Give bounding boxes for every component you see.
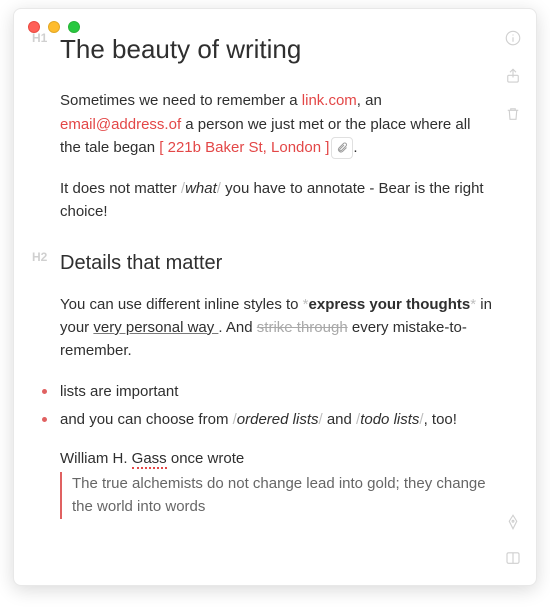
share-icon[interactable] bbox=[504, 67, 522, 85]
quote-text: The true alchemists do not change lead i… bbox=[72, 475, 486, 515]
text: and you can choose from bbox=[60, 411, 233, 428]
h1-gutter-tag: H1 bbox=[32, 29, 47, 48]
hyperlink[interactable]: link.com bbox=[302, 92, 357, 109]
italic-text: what bbox=[185, 180, 217, 197]
author-highlight: Gass bbox=[132, 450, 167, 469]
italic-text: ordered lists bbox=[237, 411, 319, 428]
block-quote[interactable]: The true alchemists do not change lead i… bbox=[60, 472, 492, 519]
heading-1-line: H1 The beauty of writing bbox=[60, 29, 492, 69]
list-item[interactable]: lists are important bbox=[60, 380, 492, 403]
heading-2-line: H2 Details that matter bbox=[60, 248, 492, 279]
paragraph-2[interactable]: It does not matter /what/ you have to an… bbox=[60, 177, 492, 224]
panel-icon[interactable] bbox=[504, 549, 522, 567]
intro-paragraph[interactable]: Sometimes we need to remember a link.com… bbox=[60, 89, 492, 159]
text: once wrote bbox=[167, 450, 245, 467]
strike-text: strike through bbox=[257, 319, 348, 336]
document-body[interactable]: H1 The beauty of writing Sometimes we ne… bbox=[60, 23, 492, 573]
page-title[interactable]: The beauty of writing bbox=[60, 34, 301, 64]
text: You can use different inline styles to bbox=[60, 296, 303, 313]
list-item[interactable]: and you can choose from /ordered lists/ … bbox=[60, 408, 492, 431]
text: , an bbox=[357, 92, 382, 109]
author-line[interactable]: William H. Gass once wrote bbox=[60, 447, 492, 470]
italic-text: todo lists bbox=[360, 411, 419, 428]
info-icon[interactable] bbox=[504, 29, 522, 47]
email-link[interactable]: email@address.of bbox=[60, 116, 181, 133]
underline-text: very personal way bbox=[93, 319, 218, 336]
address-link[interactable]: 221b Baker St, London bbox=[168, 139, 326, 156]
bold-text: express your thoughts bbox=[309, 296, 471, 313]
bracket-open: [ bbox=[159, 139, 167, 156]
section-title[interactable]: Details that matter bbox=[60, 252, 222, 274]
text: lists are important bbox=[60, 383, 178, 400]
bullet-list[interactable]: lists are important and you can choose f… bbox=[60, 380, 492, 431]
text: William H. bbox=[60, 450, 132, 467]
text: and bbox=[323, 411, 356, 428]
text: . bbox=[353, 139, 357, 156]
editor-window: H1 The beauty of writing Sometimes we ne… bbox=[13, 8, 537, 586]
text: It does not matter bbox=[60, 180, 181, 197]
right-toolbar bbox=[500, 29, 526, 567]
h2-gutter-tag: H2 bbox=[32, 248, 47, 267]
pen-icon[interactable] bbox=[504, 513, 522, 531]
text: . And bbox=[218, 319, 256, 336]
text: , too! bbox=[424, 411, 457, 428]
bracket-close: ] bbox=[325, 139, 329, 156]
text: Sometimes we need to remember a bbox=[60, 92, 302, 109]
trash-icon[interactable] bbox=[504, 105, 522, 123]
minimize-window-button[interactable] bbox=[48, 21, 60, 33]
attachment-pill[interactable] bbox=[331, 137, 353, 159]
paragraph-3[interactable]: You can use different inline styles to *… bbox=[60, 293, 492, 363]
